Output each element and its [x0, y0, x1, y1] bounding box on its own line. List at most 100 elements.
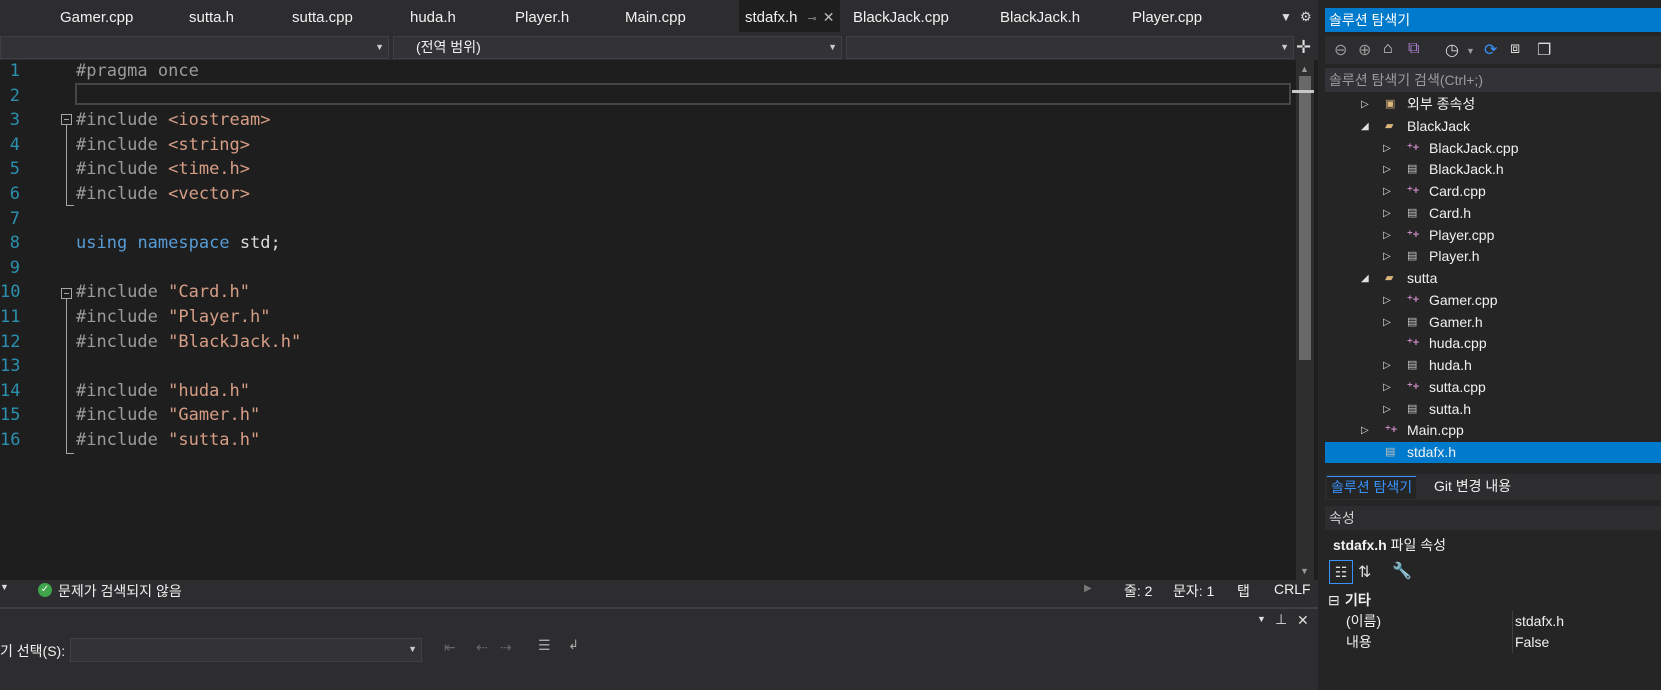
- tab-overflow-icon[interactable]: ▼: [1280, 10, 1292, 24]
- tree-item-huda-cpp[interactable]: ⁺+ huda.cpp: [1325, 333, 1661, 354]
- line-ending-indicator[interactable]: CRLF: [1274, 581, 1311, 597]
- tree-item-player-cpp[interactable]: ▷ ⁺+ Player.cpp: [1325, 225, 1661, 246]
- scrollbar-thumb[interactable]: [1299, 76, 1311, 360]
- expand-icon[interactable]: ▷: [1383, 138, 1391, 159]
- code-line[interactable]: #include "Card.h": [76, 282, 250, 302]
- tree-item-card-h[interactable]: ▷ ▤ Card.h: [1325, 203, 1661, 224]
- project-dropdown[interactable]: ▼: [0, 36, 389, 59]
- pending-changes-filter-icon[interactable]: ◷: [1445, 40, 1459, 60]
- code-line[interactable]: #include "Player.h": [76, 307, 270, 327]
- expand-icon[interactable]: ▷: [1361, 94, 1369, 115]
- tree-item-sutta-h[interactable]: ▷ ▤ sutta.h: [1325, 399, 1661, 420]
- gear-icon[interactable]: ⚙: [1300, 9, 1312, 25]
- tree-item-sutta-cpp[interactable]: ▷ ⁺+ sutta.cpp: [1325, 377, 1661, 398]
- tree-item-gamer-h[interactable]: ▷ ▤ Gamer.h: [1325, 312, 1661, 333]
- tab-gamer-cpp[interactable]: Gamer.cpp: [60, 0, 133, 36]
- tab-blackjack-cpp[interactable]: BlackJack.cpp: [853, 0, 949, 36]
- zoom-dropdown-icon[interactable]: ▼: [0, 582, 9, 592]
- member-dropdown[interactable]: ▼: [846, 36, 1294, 59]
- property-pages-icon[interactable]: 🔧: [1392, 561, 1412, 581]
- scroll-down-icon[interactable]: ▼: [1300, 566, 1309, 576]
- code-line[interactable]: #include <string>: [76, 135, 250, 155]
- back-icon[interactable]: ⊖: [1334, 40, 1347, 60]
- tree-item-sutta[interactable]: ◢ ▰ sutta: [1325, 268, 1661, 289]
- tab-sutta-h[interactable]: sutta.h: [189, 0, 234, 36]
- output-source-dropdown[interactable]: ▼: [70, 638, 422, 662]
- tree-item-player-h[interactable]: ▷ ▤ Player.h: [1325, 246, 1661, 267]
- categorized-icon[interactable]: ☷: [1329, 560, 1353, 584]
- expand-icon[interactable]: ▷: [1383, 290, 1391, 311]
- code-line[interactable]: #include "sutta.h": [76, 430, 260, 450]
- expand-icon[interactable]: ▷: [1383, 399, 1391, 420]
- code-line[interactable]: #include <vector>: [76, 184, 250, 204]
- tab-stdafx-h[interactable]: stdafx.h ⊸ ✕: [739, 0, 841, 32]
- line-indicator[interactable]: 줄: 2: [1124, 581, 1152, 601]
- property-row[interactable]: 내용 False: [1325, 632, 1661, 653]
- scope-dropdown[interactable]: (전역 범위) ▼: [393, 36, 842, 59]
- column-indicator[interactable]: 문자: 1: [1173, 581, 1214, 601]
- close-icon[interactable]: ✕: [823, 9, 835, 25]
- tree-item-blackjack-cpp[interactable]: ▷ ⁺+ BlackJack.cpp: [1325, 138, 1661, 159]
- tree-item-외부-종속성[interactable]: ▷ ▣ 외부 종속성: [1325, 94, 1661, 115]
- clear-all-icon[interactable]: ☰: [538, 637, 551, 654]
- code-line[interactable]: #include "Gamer.h": [76, 405, 260, 425]
- issues-status[interactable]: 문제가 검색되지 않음: [58, 581, 182, 601]
- find-previous-icon[interactable]: ⇤: [444, 639, 456, 656]
- property-category[interactable]: ⊟ 기타: [1325, 590, 1661, 611]
- pin-icon[interactable]: ⊸: [808, 13, 817, 25]
- tab-player-h[interactable]: Player.h: [515, 0, 569, 36]
- collapse-icon[interactable]: [61, 114, 72, 125]
- tab-sutta-cpp[interactable]: sutta.cpp: [292, 0, 353, 36]
- tree-item-main-cpp[interactable]: ▷ ⁺+ Main.cpp: [1325, 420, 1661, 441]
- expanded-icon[interactable]: ◢: [1361, 116, 1369, 137]
- code-line[interactable]: #include "huda.h": [76, 381, 250, 401]
- expand-icon[interactable]: ▷: [1383, 181, 1391, 202]
- tree-item-card-cpp[interactable]: ▷ ⁺+ Card.cpp: [1325, 181, 1661, 202]
- expand-icon[interactable]: ▷: [1383, 203, 1391, 224]
- expanded-icon[interactable]: ◢: [1361, 268, 1369, 289]
- code-line[interactable]: using namespace std;: [76, 233, 281, 253]
- tree-item-stdafx-h[interactable]: ▤ stdafx.h: [1325, 442, 1661, 463]
- expand-icon[interactable]: ▷: [1383, 225, 1391, 246]
- expand-icon[interactable]: ▷: [1383, 312, 1391, 333]
- collapse-all-icon[interactable]: ⧈: [1510, 40, 1520, 58]
- tab-solution-explorer[interactable]: 솔루션 탐색기: [1327, 476, 1417, 499]
- code-line[interactable]: #include "BlackJack.h": [76, 332, 301, 352]
- tab-blackjack-h[interactable]: BlackJack.h: [1000, 0, 1080, 36]
- switch-views-icon[interactable]: ⧉: [1408, 40, 1419, 58]
- expand-icon[interactable]: ▷: [1383, 355, 1391, 376]
- pin-icon[interactable]: ⊥: [1275, 611, 1287, 628]
- home-icon[interactable]: ⌂: [1383, 40, 1393, 58]
- collapse-icon[interactable]: [61, 288, 72, 299]
- alphabetical-icon[interactable]: ⇅: [1358, 562, 1371, 582]
- solution-search-input[interactable]: 솔루션 탐색기 검색(Ctrl+;): [1325, 68, 1661, 92]
- next-message-icon[interactable]: ⇢: [500, 639, 512, 656]
- show-all-files-icon[interactable]: ❐: [1537, 40, 1551, 60]
- tab-git-changes[interactable]: Git 변경 내용: [1430, 476, 1515, 498]
- close-icon[interactable]: ✕: [1297, 612, 1309, 629]
- scroll-up-icon[interactable]: ▲: [1300, 64, 1309, 74]
- chevron-down-icon[interactable]: ▼: [1466, 46, 1475, 56]
- collapse-icon[interactable]: ⊟: [1328, 590, 1340, 611]
- code-line[interactable]: #include <iostream>: [76, 110, 270, 130]
- tree-item-blackjack[interactable]: ◢ ▰ BlackJack: [1325, 116, 1661, 137]
- expand-icon[interactable]: ▷: [1383, 246, 1391, 267]
- indent-indicator[interactable]: 탭: [1237, 581, 1250, 601]
- tab-player-cpp[interactable]: Player.cpp: [1132, 0, 1202, 36]
- code-line[interactable]: #include <time.h>: [76, 159, 250, 179]
- tree-item-gamer-cpp[interactable]: ▷ ⁺+ Gamer.cpp: [1325, 290, 1661, 311]
- previous-message-icon[interactable]: ⇠: [476, 639, 488, 656]
- word-wrap-icon[interactable]: ↲: [568, 637, 579, 653]
- tree-item-huda-h[interactable]: ▷ ▤ huda.h: [1325, 355, 1661, 376]
- sync-icon[interactable]: ⟳: [1484, 40, 1497, 60]
- property-row[interactable]: (이름) stdafx.h: [1325, 611, 1661, 632]
- forward-icon[interactable]: ⊕: [1358, 40, 1371, 60]
- expand-icon[interactable]: ▷: [1361, 420, 1369, 441]
- panel-menu-icon[interactable]: ▼: [1257, 614, 1266, 624]
- tab-huda-h[interactable]: huda.h: [410, 0, 456, 36]
- tab-main-cpp[interactable]: Main.cpp: [625, 0, 686, 36]
- code-line[interactable]: #pragma once: [76, 61, 199, 81]
- split-window-icon[interactable]: ✛: [1296, 38, 1311, 56]
- expand-icon[interactable]: ▷: [1383, 159, 1391, 180]
- tree-item-blackjack-h[interactable]: ▷ ▤ BlackJack.h: [1325, 159, 1661, 180]
